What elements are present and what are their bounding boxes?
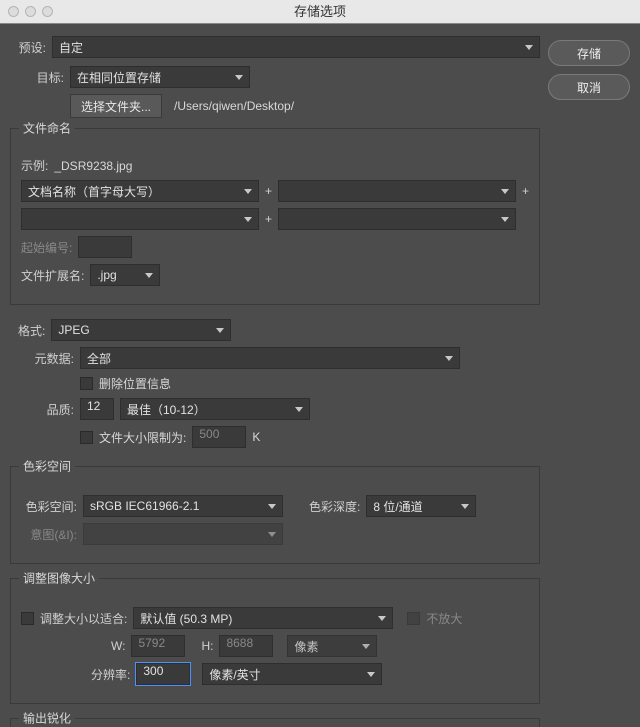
cancel-button[interactable]: 取消 bbox=[548, 74, 630, 100]
traffic-zoom[interactable] bbox=[42, 6, 53, 17]
quality-label: 品质: bbox=[28, 401, 74, 418]
remove-location-checkbox[interactable] bbox=[80, 377, 93, 390]
width-input: 5792 bbox=[131, 635, 185, 657]
naming-token-4[interactable] bbox=[278, 208, 516, 230]
resolution-label: 分辨率: bbox=[91, 666, 130, 683]
intent-label: 意图(&I): bbox=[21, 526, 77, 543]
chevron-down-icon bbox=[445, 356, 453, 361]
choose-folder-button[interactable]: 选择文件夹... bbox=[70, 94, 162, 118]
start-number-label: 起始编号: bbox=[21, 239, 72, 256]
chevron-down-icon bbox=[367, 672, 375, 677]
chevron-down-icon bbox=[378, 616, 386, 621]
chevron-down-icon bbox=[145, 273, 153, 278]
remove-location-label: 删除位置信息 bbox=[99, 375, 171, 392]
traffic-min[interactable] bbox=[25, 6, 36, 17]
start-number-input bbox=[78, 236, 132, 258]
height-input: 8688 bbox=[219, 635, 273, 657]
resize-fit-select[interactable]: 默认值 (50.3 MP) bbox=[133, 607, 393, 629]
naming-token-1[interactable]: 文档名称（首字母大写） bbox=[21, 180, 259, 202]
resize-fit-label: 调整大小以适合: bbox=[40, 610, 127, 627]
color-space-legend: 色彩空间 bbox=[19, 458, 75, 475]
extension-select[interactable]: .jpg bbox=[90, 264, 160, 286]
plus-icon: + bbox=[265, 184, 272, 198]
color-space-group: 色彩空间 色彩空间: sRGB IEC61966-2.1 色彩深度: 8 位/通… bbox=[10, 466, 540, 564]
resize-fit-checkbox[interactable] bbox=[21, 612, 34, 625]
window-title: 存储选项 bbox=[294, 4, 346, 19]
sharpen-group: 输出锐化 锐化: 滤色 数量: 标准 bbox=[10, 718, 540, 727]
chevron-down-icon bbox=[501, 217, 509, 222]
chevron-down-icon bbox=[295, 407, 303, 412]
destination-select[interactable]: 在相同位置存储 bbox=[70, 66, 250, 88]
chevron-down-icon bbox=[216, 328, 224, 333]
resolution-unit-select[interactable]: 像素/英寸 bbox=[202, 663, 382, 685]
destination-value: 在相同位置存储 bbox=[77, 69, 161, 86]
example-label: 示例: bbox=[21, 157, 48, 174]
chevron-down-icon bbox=[268, 532, 276, 537]
limit-size-checkbox[interactable] bbox=[80, 431, 93, 444]
chevron-down-icon bbox=[461, 504, 469, 509]
chevron-down-icon bbox=[501, 189, 509, 194]
naming-token-2[interactable] bbox=[278, 180, 516, 202]
limit-size-unit: K bbox=[252, 430, 260, 444]
plus-icon: + bbox=[522, 184, 529, 198]
plus-icon: + bbox=[265, 212, 272, 226]
no-enlarge-label: 不放大 bbox=[426, 610, 462, 627]
colorspace-select[interactable]: sRGB IEC61966-2.1 bbox=[83, 495, 283, 517]
chevron-down-icon bbox=[235, 75, 243, 80]
intent-select bbox=[83, 523, 283, 545]
format-select[interactable]: JPEG bbox=[51, 319, 231, 341]
resolution-input[interactable]: 300 bbox=[136, 663, 190, 685]
metadata-label: 元数据: bbox=[28, 350, 74, 367]
quality-input[interactable]: 12 bbox=[80, 398, 114, 420]
destination-path: /Users/qiwen/Desktop/ bbox=[174, 99, 294, 113]
height-label: H: bbox=[201, 639, 213, 653]
chevron-down-icon bbox=[362, 644, 370, 649]
depth-label: 色彩深度: bbox=[309, 498, 360, 515]
file-naming-legend: 文件命名 bbox=[19, 120, 75, 137]
example-value: _DSR9238.jpg bbox=[54, 159, 132, 173]
preset-value: 自定 bbox=[59, 39, 83, 56]
preset-select[interactable]: 自定 bbox=[52, 36, 540, 58]
file-naming-group: 文件命名 示例: _DSR9238.jpg 文档名称（首字母大写） + + + bbox=[10, 128, 540, 305]
window-traffic-lights bbox=[8, 6, 53, 17]
limit-size-input: 500 bbox=[192, 426, 246, 448]
size-unit-select[interactable]: 像素 bbox=[287, 635, 377, 657]
preset-label: 预设: bbox=[10, 39, 46, 56]
quality-preset-select[interactable]: 最佳（10-12） bbox=[120, 398, 310, 420]
colorspace-label: 色彩空间: bbox=[21, 498, 77, 515]
limit-size-label: 文件大小限制为: bbox=[99, 429, 186, 446]
resize-group: 调整图像大小 调整大小以适合: 默认值 (50.3 MP) 不放大 W: 579… bbox=[10, 578, 540, 704]
extension-label: 文件扩展名: bbox=[21, 267, 84, 284]
traffic-close[interactable] bbox=[8, 6, 19, 17]
chevron-down-icon bbox=[525, 45, 533, 50]
no-enlarge-checkbox bbox=[407, 612, 420, 625]
chevron-down-icon bbox=[268, 504, 276, 509]
sharpen-legend: 输出锐化 bbox=[19, 710, 75, 727]
width-label: W: bbox=[111, 639, 125, 653]
chevron-down-icon bbox=[244, 189, 252, 194]
resize-legend: 调整图像大小 bbox=[19, 570, 99, 587]
depth-select[interactable]: 8 位/通道 bbox=[366, 495, 476, 517]
chevron-down-icon bbox=[244, 217, 252, 222]
save-button[interactable]: 存储 bbox=[548, 40, 630, 66]
naming-token-3[interactable] bbox=[21, 208, 259, 230]
titlebar: 存储选项 bbox=[0, 0, 640, 24]
metadata-select[interactable]: 全部 bbox=[80, 347, 460, 369]
destination-label: 目标: bbox=[28, 69, 64, 86]
format-label: 格式: bbox=[18, 322, 45, 339]
